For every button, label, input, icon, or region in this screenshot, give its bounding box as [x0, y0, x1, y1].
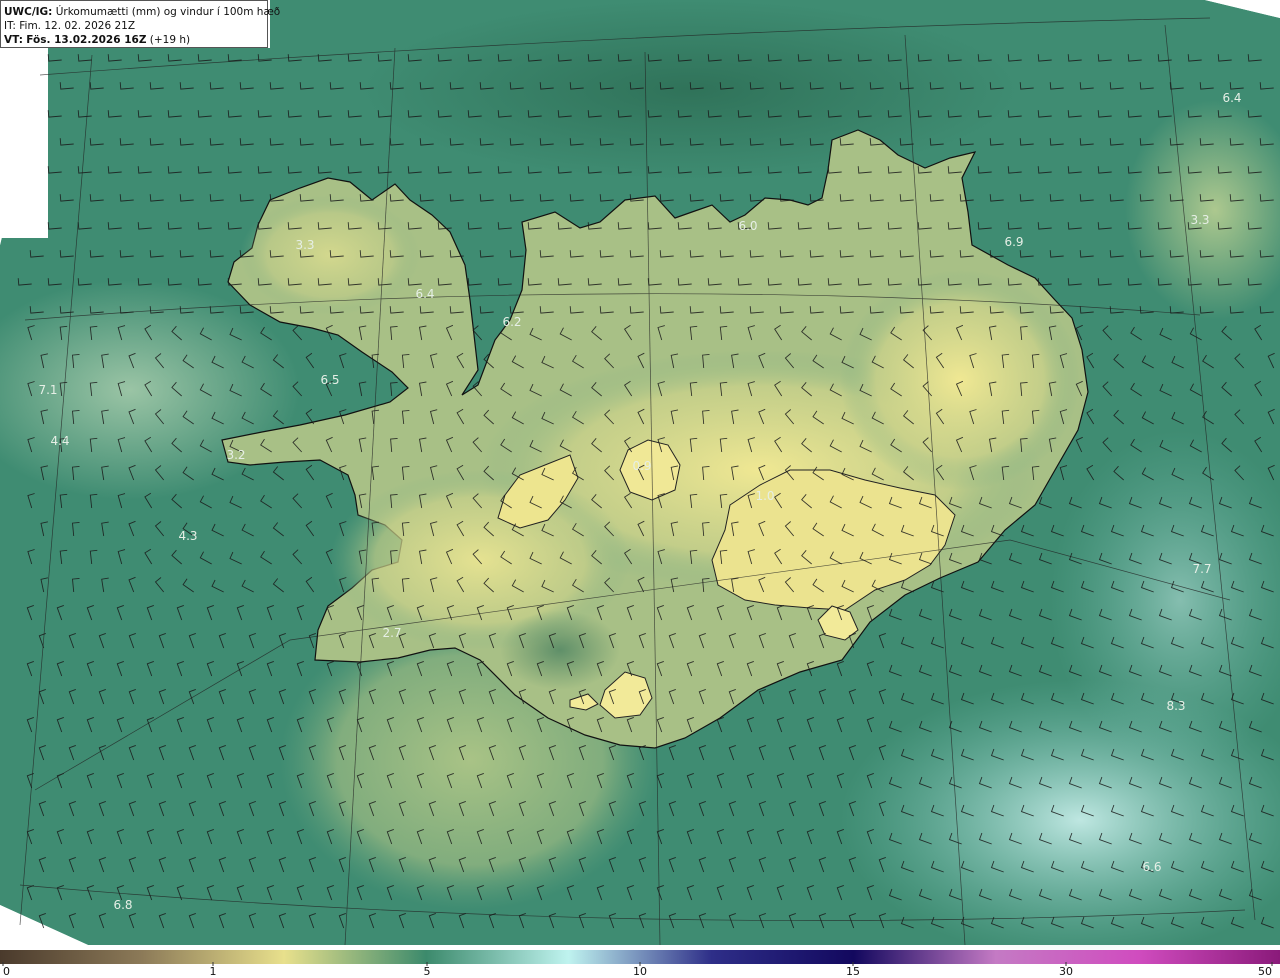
colorbar-tick-label: 5 [424, 965, 431, 978]
station-value: 6.4 [415, 287, 434, 301]
header-vt-line: VT: Fös. 13.02.2026 16Z (+19 h) [4, 33, 264, 47]
colorbar-tick-label: 1 [210, 965, 217, 978]
it-value: Fim. 12. 02. 2026 21Z [19, 20, 136, 32]
shade-north-dark [360, 0, 1020, 180]
station-value: 6.6 [1142, 860, 1161, 874]
station-value: 7.1 [38, 383, 57, 397]
station-value: 6.2 [502, 315, 521, 329]
station-value: 8.3 [1166, 699, 1185, 713]
station-value: 3.2 [226, 448, 245, 462]
station-value: 2.7 [382, 626, 401, 640]
shade-south-valley [500, 610, 620, 690]
colorbar-tick-label: 50 [1258, 965, 1272, 978]
map-header: UWC/IG: Úrkomumætti (mm) og vindur í 100… [0, 0, 280, 48]
vt-offset: (+19 h) [149, 34, 191, 46]
model-name: UWC/IG: [4, 6, 53, 18]
colorbar-ticks: 0 1 5 10 15 30 50 [2, 962, 1273, 978]
precipitation-wind-map: 6.4 3.3 6.0 6.9 3.3 6.4 6.2 6.5 7.1 4.4 3.2 4.3 0.9 1… [0, 0, 1280, 950]
colorbar: 0 1 5 10 15 30 50 [0, 950, 1280, 978]
colorbar-tick-label: 15 [846, 965, 860, 978]
colorbar-tick-label: 10 [633, 965, 647, 978]
header-title-line: UWC/IG: Úrkomumætti (mm) og vindur í 100… [4, 5, 280, 19]
station-value: 6.0 [738, 219, 757, 233]
station-value: 0.9 [632, 459, 651, 473]
colorbar-tick-label: 30 [1059, 965, 1073, 978]
station-value: 6.4 [1222, 91, 1241, 105]
station-value: 1.0 [755, 489, 774, 503]
station-value: 3.3 [1190, 213, 1209, 227]
station-value: 6.8 [113, 898, 132, 912]
colorbar-strip [0, 950, 1280, 964]
station-value: 7.7 [1192, 562, 1211, 576]
shade-westfjords [240, 195, 420, 315]
vt-date: Fös. 13.02.2026 16Z [26, 34, 147, 46]
station-value: 4.3 [178, 529, 197, 543]
shade-east-high [840, 270, 1080, 490]
station-value: 6.5 [320, 373, 339, 387]
it-label: IT: [4, 20, 16, 32]
header-it-line: IT: Fim. 12. 02. 2026 21Z [4, 19, 264, 33]
map-title: Úrkomumætti (mm) og vindur í 100m hæð [55, 6, 281, 18]
colorbar-tick-label: 0 [3, 965, 10, 978]
station-value: 3.3 [295, 238, 314, 252]
station-value: 4.4 [50, 434, 69, 448]
station-value: 6.9 [1004, 235, 1023, 249]
vt-label: VT: [4, 34, 23, 46]
